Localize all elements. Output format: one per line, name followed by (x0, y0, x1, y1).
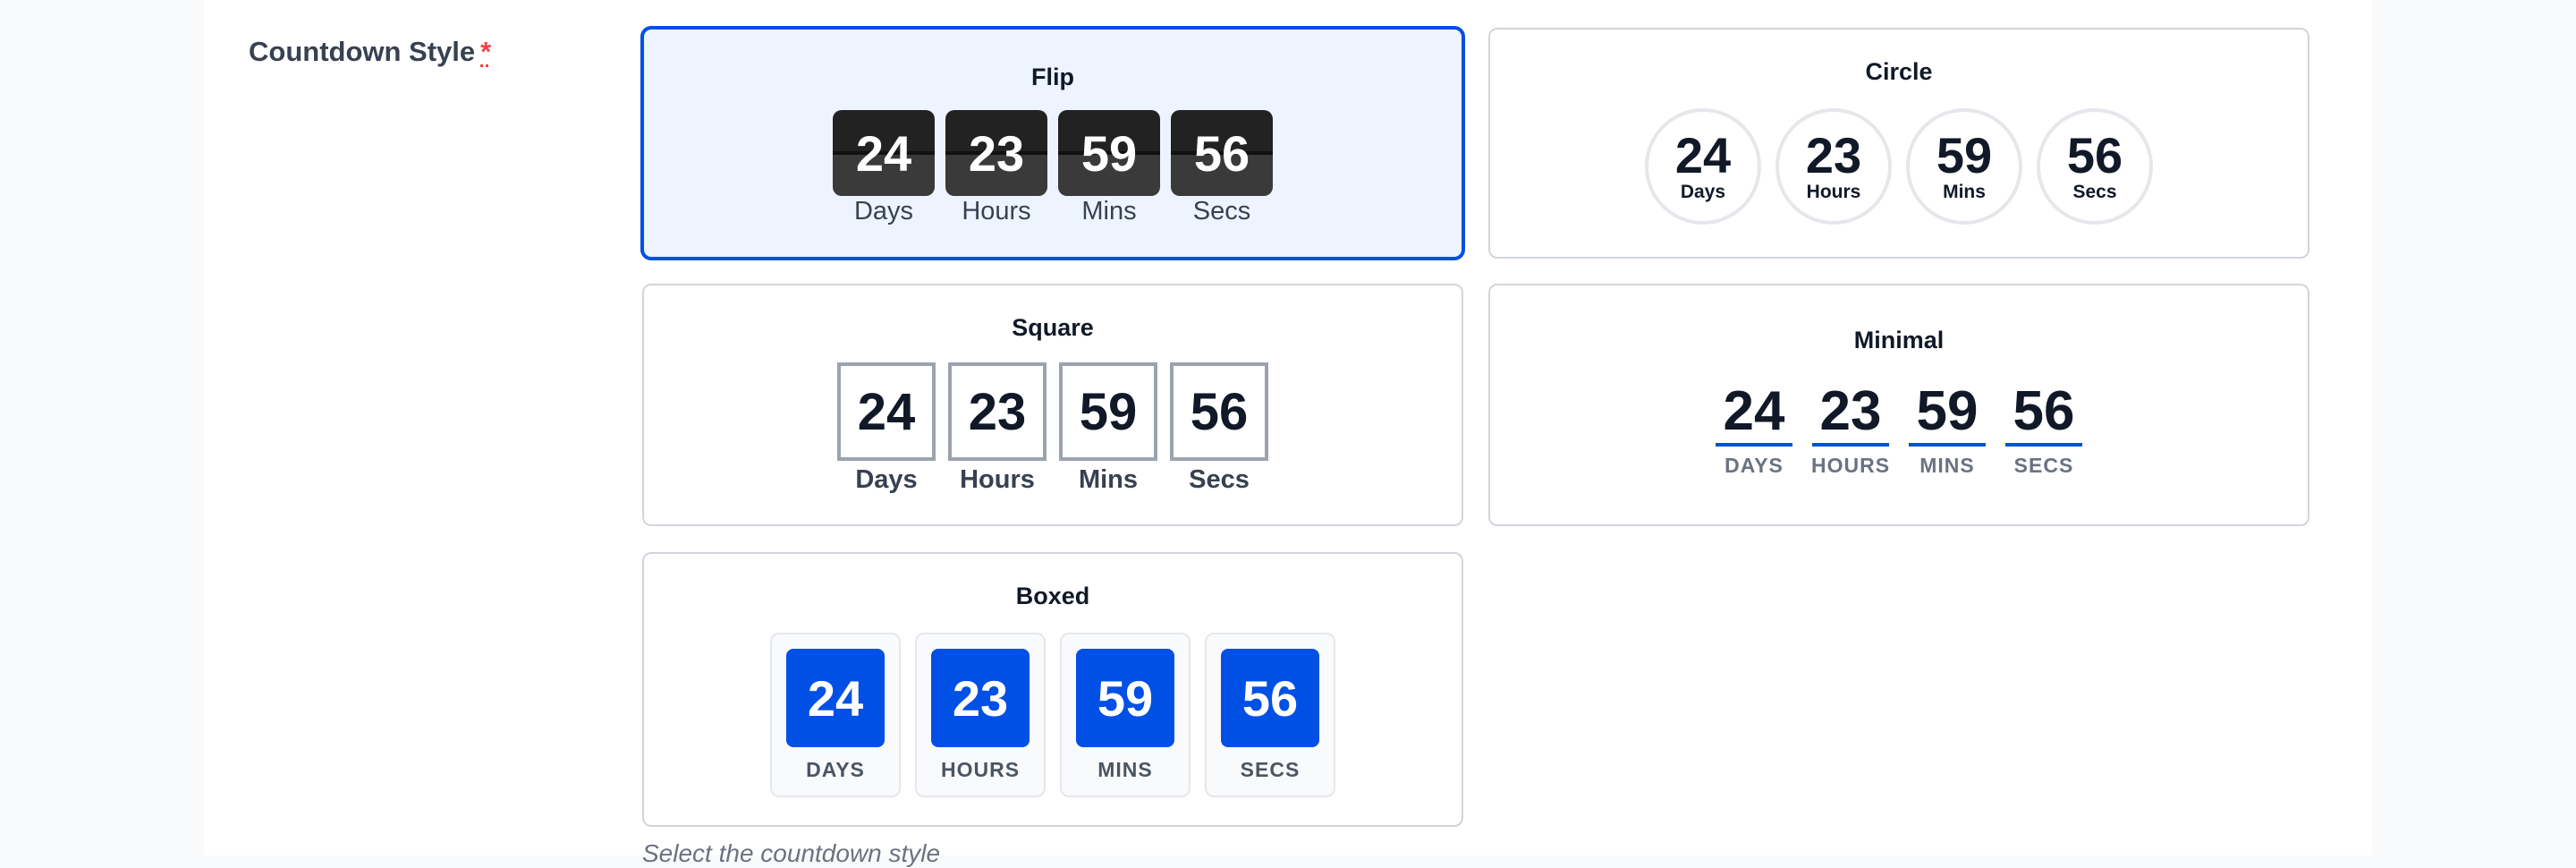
style-option-circle[interactable]: Circle 24 Days 23 Hours 59 Mins 56 Secs (1488, 28, 2309, 259)
square-mins-label: Mins (1078, 465, 1139, 494)
option-title-flip: Flip (1031, 64, 1074, 90)
minimal-days-label: DAYS (1724, 454, 1784, 477)
circle-days-value: 24 (1674, 127, 1732, 183)
boxed-secs-value: 56 (1221, 649, 1319, 747)
boxed-days-label: DAYS (806, 758, 865, 781)
boxed-secs-label: SECS (1240, 758, 1301, 781)
minimal-mins-value: 59 (1909, 380, 1986, 447)
circle-mins-value: 59 (1936, 127, 1993, 183)
flip-secs-label: Secs (1192, 197, 1251, 226)
option-title-minimal: Minimal (1853, 327, 1945, 353)
minimal-unit-hours: 23 HOURS (1810, 380, 1891, 478)
circle-secs-label: Secs (2072, 182, 2117, 202)
flip-hours-value: 23 (945, 110, 1047, 196)
boxed-unit-days: 24 DAYS (770, 633, 901, 797)
square-hours-value: 23 (948, 362, 1046, 461)
square-unit-mins: 59 Mins (1059, 362, 1157, 495)
minimal-unit-secs: 56 SECS (2005, 380, 2082, 478)
minimal-days-value: 24 (1716, 380, 1792, 447)
countdown-style-label: Countdown Style * (249, 36, 491, 68)
option-title-circle: Circle (1865, 58, 1933, 85)
square-days-label: Days (855, 465, 918, 494)
style-option-flip[interactable]: Flip 24 Days 23 Hours 59 Mins 56 Secs (640, 26, 1465, 260)
boxed-mins-label: MINS (1097, 758, 1153, 781)
option-title-square: Square (1012, 314, 1094, 341)
flip-unit-hours: 23 Hours (945, 110, 1047, 226)
circle-days-label: Days (1680, 182, 1726, 202)
minimal-hours-label: HOURS (1810, 454, 1891, 477)
square-hours-label: Hours (960, 465, 1035, 494)
flip-days-value: 24 (833, 110, 935, 196)
flip-days-label: Days (853, 197, 914, 226)
help-text: Select the countdown style (642, 839, 941, 867)
flip-unit-days: 24 Days (833, 110, 935, 226)
style-option-square[interactable]: Square 24 Days 23 Hours 59 Mins 56 Secs (642, 284, 1463, 526)
square-secs-label: Secs (1189, 465, 1250, 494)
boxed-hours-value: 23 (931, 649, 1030, 747)
square-unit-hours: 23 Hours (948, 362, 1046, 495)
square-mins-value: 59 (1059, 362, 1157, 461)
boxed-unit-hours: 23 HOURS (915, 633, 1046, 797)
minimal-hours-value: 23 (1812, 380, 1889, 447)
circle-hours-label: Hours (1806, 182, 1861, 202)
boxed-days-value: 24 (786, 649, 885, 747)
circle-mins-label: Mins (1943, 182, 1986, 202)
square-unit-secs: 56 Secs (1170, 362, 1268, 495)
flip-hours-label: Hours (962, 197, 1031, 226)
boxed-unit-mins: 59 MINS (1060, 633, 1191, 797)
style-option-minimal[interactable]: Minimal 24 DAYS 23 HOURS 59 MINS 56 SECS (1488, 284, 2309, 526)
circle-hours-value: 23 (1805, 127, 1862, 183)
square-days-value: 24 (837, 362, 936, 461)
boxed-mins-value: 59 (1076, 649, 1174, 747)
field-label-text: Countdown Style (249, 36, 476, 67)
square-unit-days: 24 Days (837, 362, 936, 495)
square-secs-value: 56 (1170, 362, 1268, 461)
minimal-secs-value: 56 (2005, 380, 2082, 447)
minimal-unit-mins: 59 MINS (1909, 380, 1986, 478)
required-mark: * (480, 36, 492, 67)
circle-unit-secs: 56 Secs (2037, 108, 2153, 225)
circle-unit-days: 24 Days (1645, 108, 1761, 225)
flip-unit-secs: 56 Secs (1171, 110, 1273, 226)
circle-unit-mins: 59 Mins (1906, 108, 2022, 225)
boxed-unit-secs: 56 SECS (1205, 633, 1335, 797)
minimal-unit-days: 24 DAYS (1716, 380, 1792, 478)
option-title-boxed: Boxed (1015, 583, 1090, 609)
circle-unit-hours: 23 Hours (1775, 108, 1892, 225)
boxed-hours-label: HOURS (940, 758, 1021, 781)
style-option-boxed[interactable]: Boxed 24 DAYS 23 HOURS 59 MINS 56 SECS (642, 552, 1463, 827)
flip-mins-value: 59 (1058, 110, 1160, 196)
flip-unit-mins: 59 Mins (1058, 110, 1160, 226)
minimal-mins-label: MINS (1919, 454, 1975, 477)
flip-mins-label: Mins (1081, 197, 1137, 226)
circle-secs-value: 56 (2066, 127, 2123, 183)
flip-secs-value: 56 (1171, 110, 1273, 196)
minimal-secs-label: SECS (2013, 454, 2074, 477)
